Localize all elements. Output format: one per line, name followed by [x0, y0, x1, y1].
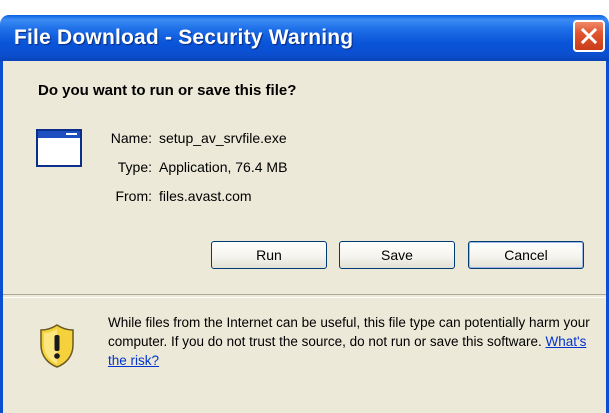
warning-message: While files from the Internet can be use… — [108, 315, 590, 349]
run-button[interactable]: Run — [211, 241, 327, 269]
close-icon — [580, 27, 598, 45]
question-text: Do you want to run or save this file? — [38, 82, 297, 99]
dialog-body: Do you want to run or save this file? Na… — [0, 61, 609, 413]
file-name-value: setup_av_srvfile.exe — [159, 130, 287, 146]
divider — [3, 294, 606, 298]
save-button[interactable]: Save — [339, 241, 455, 269]
from-label: From: — [115, 188, 152, 204]
type-label: Type: — [117, 159, 152, 175]
name-label: Name: — [110, 130, 152, 146]
file-source-value: files.avast.com — [159, 188, 252, 204]
title-bar[interactable]: File Download - Security Warning — [0, 15, 609, 61]
shield-warning-icon — [40, 324, 74, 368]
security-warning-text: While files from the Internet can be use… — [108, 313, 593, 370]
close-button[interactable] — [573, 20, 605, 52]
file-type-value: Application, 76.4 MB — [159, 159, 288, 175]
window-title: File Download - Security Warning — [14, 26, 354, 49]
cancel-button[interactable]: Cancel — [468, 241, 584, 269]
